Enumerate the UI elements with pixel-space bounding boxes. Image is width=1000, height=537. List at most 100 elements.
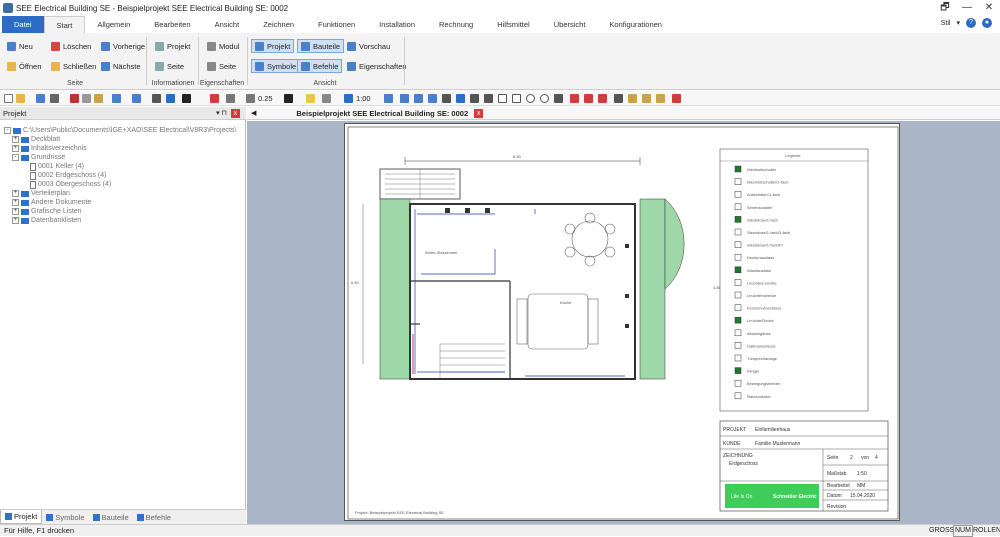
tree-item-datenbanklisten[interactable]: + Datenbanklisten <box>12 216 81 225</box>
style-menu[interactable]: Stil <box>941 20 951 27</box>
expand-icon[interactable]: + <box>12 208 19 215</box>
text-a-icon[interactable] <box>456 94 465 103</box>
scale-value[interactable]: 1:00 <box>356 94 371 103</box>
text-color-icon[interactable] <box>284 94 293 103</box>
copy-icon[interactable] <box>82 94 91 103</box>
expand-icon[interactable]: + <box>12 217 19 224</box>
close-button[interactable]: ✕ <box>978 0 1000 16</box>
dimension-icon[interactable] <box>570 94 579 103</box>
ellipse-tool-icon[interactable] <box>540 94 549 103</box>
tree-item-grundrisse[interactable]: - Grundrisse <box>12 153 65 162</box>
settings-icon[interactable]: ● <box>982 18 992 28</box>
tree-root[interactable]: - C:\Users\Public\Documents\IGE+XAO\SEE E… <box>4 126 236 135</box>
drawing-sheet[interactable]: 8,50 6,50 4,85 Küche Wohn-/Esszimmer Leg… <box>344 123 900 521</box>
open-page-button[interactable]: Öffnen <box>4 59 44 73</box>
tree-item-keller[interactable]: 0001 Keller (4) <box>30 162 84 171</box>
zoom-in-icon[interactable] <box>384 94 393 103</box>
expand-icon[interactable]: + <box>12 145 19 152</box>
close-page-button[interactable]: Schließen <box>48 59 99 73</box>
break-icon[interactable] <box>598 94 607 103</box>
tab-symbole[interactable]: Symbole <box>42 510 88 524</box>
line-width-value[interactable]: 0.25 <box>258 94 273 103</box>
panel-close-button[interactable]: x <box>231 109 240 118</box>
tab-allgemein[interactable]: Allgemein <box>85 16 142 33</box>
pen-color-icon[interactable] <box>182 94 191 103</box>
zoom-fit-icon[interactable] <box>428 94 437 103</box>
document-tab-title[interactable]: Beispielprojekt SEE Electrical Building … <box>296 109 468 118</box>
tab-start[interactable]: Start <box>43 16 86 33</box>
tab-funktionen[interactable]: Funktionen <box>306 16 367 33</box>
module-properties-button[interactable]: Modul <box>204 39 242 53</box>
drawing-canvas[interactable]: 8,50 6,50 4,85 Küche Wohn-/Esszimmer Leg… <box>247 121 1000 524</box>
cancel-icon[interactable] <box>672 94 681 103</box>
page-properties-button[interactable]: Seite <box>204 59 239 73</box>
style-dropdown-icon[interactable]: ▾ <box>956 19 960 27</box>
layer-icon[interactable] <box>166 94 175 103</box>
tab-bearbeiten[interactable]: Bearbeiten <box>142 16 202 33</box>
highlight-icon[interactable] <box>306 94 315 103</box>
tab-rechnung[interactable]: Rechnung <box>427 16 485 33</box>
view-commands-toggle[interactable]: Befehle <box>297 59 343 73</box>
line-width-icon[interactable] <box>246 94 255 103</box>
help-icon[interactable]: ? <box>966 18 976 28</box>
project-info-button[interactable]: Projekt <box>152 39 193 53</box>
expand-icon[interactable]: + <box>12 190 19 197</box>
group-icon[interactable] <box>628 94 637 103</box>
open-icon[interactable] <box>16 94 25 103</box>
restore-button[interactable]: 🗗 <box>934 0 956 16</box>
polygon-tool-icon[interactable] <box>512 94 521 103</box>
print-icon[interactable] <box>50 94 59 103</box>
minimize-button[interactable]: — <box>956 0 978 16</box>
next-page-button[interactable]: Nächste <box>98 59 144 73</box>
cut-icon[interactable] <box>70 94 79 103</box>
collapse-icon[interactable]: - <box>4 127 11 134</box>
rectangle-tool-icon[interactable] <box>498 94 507 103</box>
tab-befehle[interactable]: Befehle <box>133 510 175 524</box>
view-properties-toggle[interactable]: Eigenschaften <box>344 59 410 73</box>
circle-tool-icon[interactable] <box>526 94 535 103</box>
tab-zeichnen[interactable]: Zeichnen <box>251 16 306 33</box>
save-icon[interactable] <box>36 94 45 103</box>
paste-icon[interactable] <box>94 94 103 103</box>
tree-item-deckblatt[interactable]: + Deckblatt <box>12 135 60 144</box>
line-style-icon[interactable] <box>226 94 235 103</box>
tab-konfigurationen[interactable]: Konfigurationen <box>597 16 674 33</box>
tree-item-verteilerplan[interactable]: + Verteilerplan <box>12 189 70 198</box>
zoom-window-icon[interactable] <box>414 94 423 103</box>
new-page-button[interactable]: Neu <box>4 39 36 53</box>
pin-icon[interactable]: ▾ ⊓ <box>216 109 227 117</box>
page-info-button[interactable]: Seite <box>152 59 187 73</box>
expand-icon[interactable]: + <box>12 136 19 143</box>
view-project-toggle[interactable]: Projekt <box>251 39 295 53</box>
tab-datei[interactable]: Datei <box>2 16 44 33</box>
ungroup-icon[interactable] <box>642 94 651 103</box>
tab-hilfsmittel[interactable]: Hilfsmittel <box>485 16 542 33</box>
expand-icon[interactable]: + <box>12 199 19 206</box>
hatch-icon[interactable] <box>322 94 331 103</box>
new-file-icon[interactable] <box>4 94 13 103</box>
tree-item-inhaltsverzeichnis[interactable]: + Inhaltsverzeichnis <box>12 144 87 153</box>
tab-installation[interactable]: Installation <box>367 16 427 33</box>
arc-tool-icon[interactable] <box>554 94 563 103</box>
trim-icon[interactable] <box>584 94 593 103</box>
text-tool-icon[interactable] <box>442 94 451 103</box>
tab-projekt[interactable]: Projekt <box>0 510 43 524</box>
redo-icon[interactable] <box>132 94 141 103</box>
undo-icon[interactable] <box>112 94 121 103</box>
document-close-button[interactable]: x <box>474 108 484 118</box>
tree-item-andere-dokumente[interactable]: + Andere Dokumente <box>12 198 91 207</box>
nav-left-icon[interactable]: ◀ <box>251 109 256 117</box>
line-tool-icon[interactable] <box>484 94 493 103</box>
tab-uebersicht[interactable]: Übersicht <box>542 16 598 33</box>
tree-item-grafische-listen[interactable]: + Grafische Listen <box>12 207 82 216</box>
tab-ansicht[interactable]: Ansicht <box>203 16 252 33</box>
tree-item-obergeschoss[interactable]: 0003 Obergeschoss (4) <box>30 180 111 189</box>
view-preview-toggle[interactable]: Vorschau <box>344 39 393 53</box>
collapse-icon[interactable]: - <box>12 154 19 161</box>
explode-icon[interactable] <box>656 94 665 103</box>
zoom-out-icon[interactable] <box>400 94 409 103</box>
select-icon[interactable] <box>152 94 161 103</box>
tree-item-erdgeschoss[interactable]: 0002 Erdgeschoss (4) <box>30 171 106 180</box>
delete-page-button[interactable]: Löschen <box>48 39 94 53</box>
multiline-text-icon[interactable] <box>470 94 479 103</box>
